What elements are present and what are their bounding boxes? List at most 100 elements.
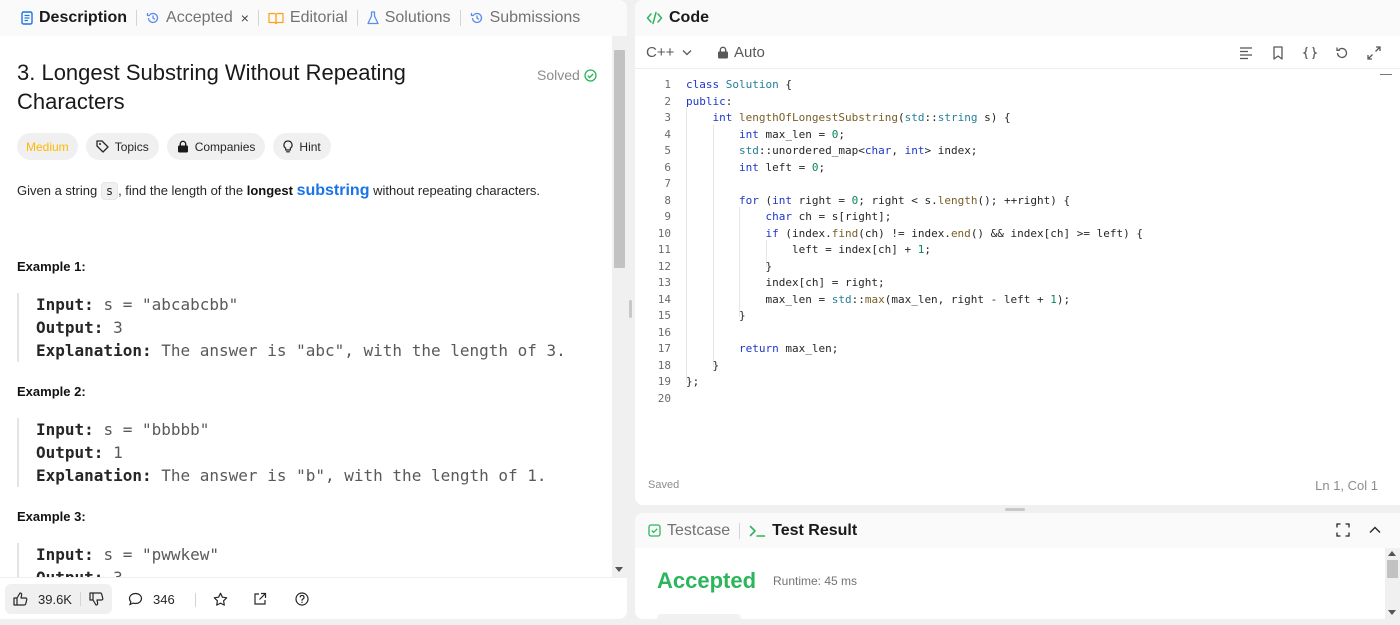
scroll-down-arrow[interactable]	[1388, 610, 1396, 615]
tab-test-result[interactable]: Test Result	[749, 513, 857, 548]
example-label: Input:	[36, 420, 94, 439]
format-icon[interactable]	[1238, 45, 1254, 61]
desc-text: , find the length of the	[118, 183, 247, 198]
language-select[interactable]: C++	[646, 44, 692, 61]
line-number: 7	[664, 177, 671, 190]
problem-panel: Description Accepted × Editorial Solutio…	[0, 0, 627, 619]
topics-label: Topics	[114, 139, 149, 154]
solved-status: Solved	[537, 67, 597, 83]
result-scrollbar[interactable]	[1385, 548, 1400, 619]
code-line: if (index.find(ch) != index.end() && ind…	[765, 226, 1143, 240]
cursor-position: Ln 1, Col 1	[1315, 478, 1378, 493]
companies-chip[interactable]: Companies	[166, 133, 266, 160]
topics-chip[interactable]: Topics	[85, 133, 159, 160]
code-line: int lengthOfLongestSubstring(std::string…	[712, 111, 1011, 124]
tab-submissions-label: Submissions	[489, 9, 581, 26]
editor-toolbar: C++ Auto	[635, 37, 1400, 69]
example-label: Explanation:	[36, 341, 152, 360]
scrollbar-thumb[interactable]	[614, 50, 625, 268]
line-number: 15	[657, 309, 671, 322]
code-line: }	[686, 259, 773, 273]
auto-mode[interactable]: Auto	[717, 44, 765, 61]
example-value: The answer is "b", with the length of 1.	[161, 466, 547, 485]
share-button[interactable]	[253, 584, 267, 614]
expand-icon[interactable]	[1366, 45, 1382, 61]
example-value: The answer is "abc", with the length of …	[161, 341, 566, 360]
example-block: Input: s = "bbbbb" Output: 1 Explanation: …	[17, 418, 547, 487]
example-label: Explanation:	[36, 466, 152, 485]
problem-tags: Medium Topics Companies Hint	[17, 133, 331, 160]
comments-button[interactable]: 346	[128, 584, 175, 614]
scroll-down-arrow[interactable]	[615, 567, 623, 572]
line-number: 19	[657, 375, 671, 388]
code-line: index[ch] = right;	[686, 276, 885, 289]
line-number: 20	[657, 391, 671, 405]
code-line: int left = 0;	[738, 160, 826, 174]
favorite-button[interactable]	[213, 584, 228, 614]
bookmark-icon[interactable]	[1270, 45, 1286, 61]
substring-link[interactable]: substring	[297, 182, 370, 199]
code-line: return max_len;	[738, 342, 839, 355]
example-value: 1	[113, 443, 123, 462]
example-title: Example 2:	[17, 384, 86, 399]
hint-chip[interactable]: Hint	[273, 133, 331, 160]
problem-title[interactable]: 3. Longest Substring Without Repeating C…	[17, 58, 477, 116]
scroll-up-arrow[interactable]	[1388, 551, 1396, 556]
chevron-up-icon[interactable]	[1368, 523, 1382, 537]
code-line: max_len = std::max(max_len, right - left…	[686, 292, 1071, 306]
example-block: Input: s = "abcabcbb" Output: 3 Explanatio…	[17, 293, 566, 362]
example-value: s = "abcabcbb"	[103, 295, 239, 314]
tab-editorial-label: Editorial	[289, 9, 348, 26]
tab-submissions[interactable]: Submissions	[461, 0, 590, 36]
document-icon	[21, 11, 33, 25]
problem-action-bar: 39.6K 346	[0, 577, 627, 619]
reset-icon[interactable]	[1334, 45, 1350, 61]
result-resize-handle[interactable]	[1005, 508, 1025, 511]
vote-divider	[79, 592, 81, 606]
problem-content: 3. Longest Substring Without Repeating C…	[0, 36, 612, 577]
example-title: Example 1:	[17, 259, 86, 274]
action-divider	[195, 593, 196, 607]
scrollbar-thumb[interactable]	[1387, 560, 1398, 578]
braces-icon[interactable]	[1302, 45, 1318, 61]
fullscreen-icon[interactable]	[1336, 523, 1350, 537]
problem-scrollbar[interactable]	[612, 36, 627, 577]
code-line: for (int right = 0; right < s.length(); …	[738, 193, 1071, 207]
close-icon[interactable]: ×	[241, 10, 249, 26]
code-line: }	[686, 309, 746, 322]
tab-editorial[interactable]: Editorial	[259, 0, 357, 36]
tab-solutions[interactable]: Solutions	[358, 0, 460, 36]
thumbs-up-icon[interactable]	[13, 592, 28, 606]
line-number: 13	[657, 276, 671, 289]
tab-accepted-label: Accepted	[166, 9, 233, 26]
code-line: };	[686, 375, 700, 388]
line-number: 2	[664, 94, 671, 108]
tag-icon	[96, 140, 109, 153]
problem-description: Given a string s, find the length of the…	[17, 181, 540, 201]
tab-description-label: Description	[39, 9, 128, 26]
code-line: class Solution {	[686, 78, 792, 91]
result-panel: Testcase Test Result Accepted Runtime: 4…	[635, 513, 1400, 619]
tab-description[interactable]: Description	[12, 0, 136, 36]
example-value: s = "bbbbb"	[103, 420, 210, 439]
check-circle-icon	[584, 68, 597, 82]
code-editor[interactable]: 1 2 3 4 5 6 7 8 9 10 11 12 13 14 15 16 1…	[635, 78, 1400, 418]
auto-label: Auto	[734, 44, 765, 61]
lock-icon	[177, 140, 188, 153]
editor-cursor-marker	[1380, 74, 1392, 75]
hint-label: Hint	[299, 139, 321, 154]
tab-testcase[interactable]: Testcase	[648, 513, 730, 548]
tab-solutions-label: Solutions	[384, 9, 451, 26]
line-number: 1	[664, 78, 671, 91]
tab-testcase-label: Testcase	[667, 521, 731, 539]
thumbs-down-icon[interactable]	[89, 592, 104, 606]
problem-tabbar: Description Accepted × Editorial Solutio…	[0, 0, 627, 36]
panel-resize-handle[interactable]	[629, 300, 632, 318]
star-icon	[213, 592, 228, 606]
help-button[interactable]	[295, 584, 309, 614]
example-label: Output:	[36, 318, 104, 337]
line-number: 11	[657, 243, 671, 256]
code-line: std::unordered_map<char, int> index;	[738, 144, 978, 157]
tab-accepted[interactable]: Accepted ×	[137, 0, 258, 36]
line-number: 6	[664, 160, 671, 174]
